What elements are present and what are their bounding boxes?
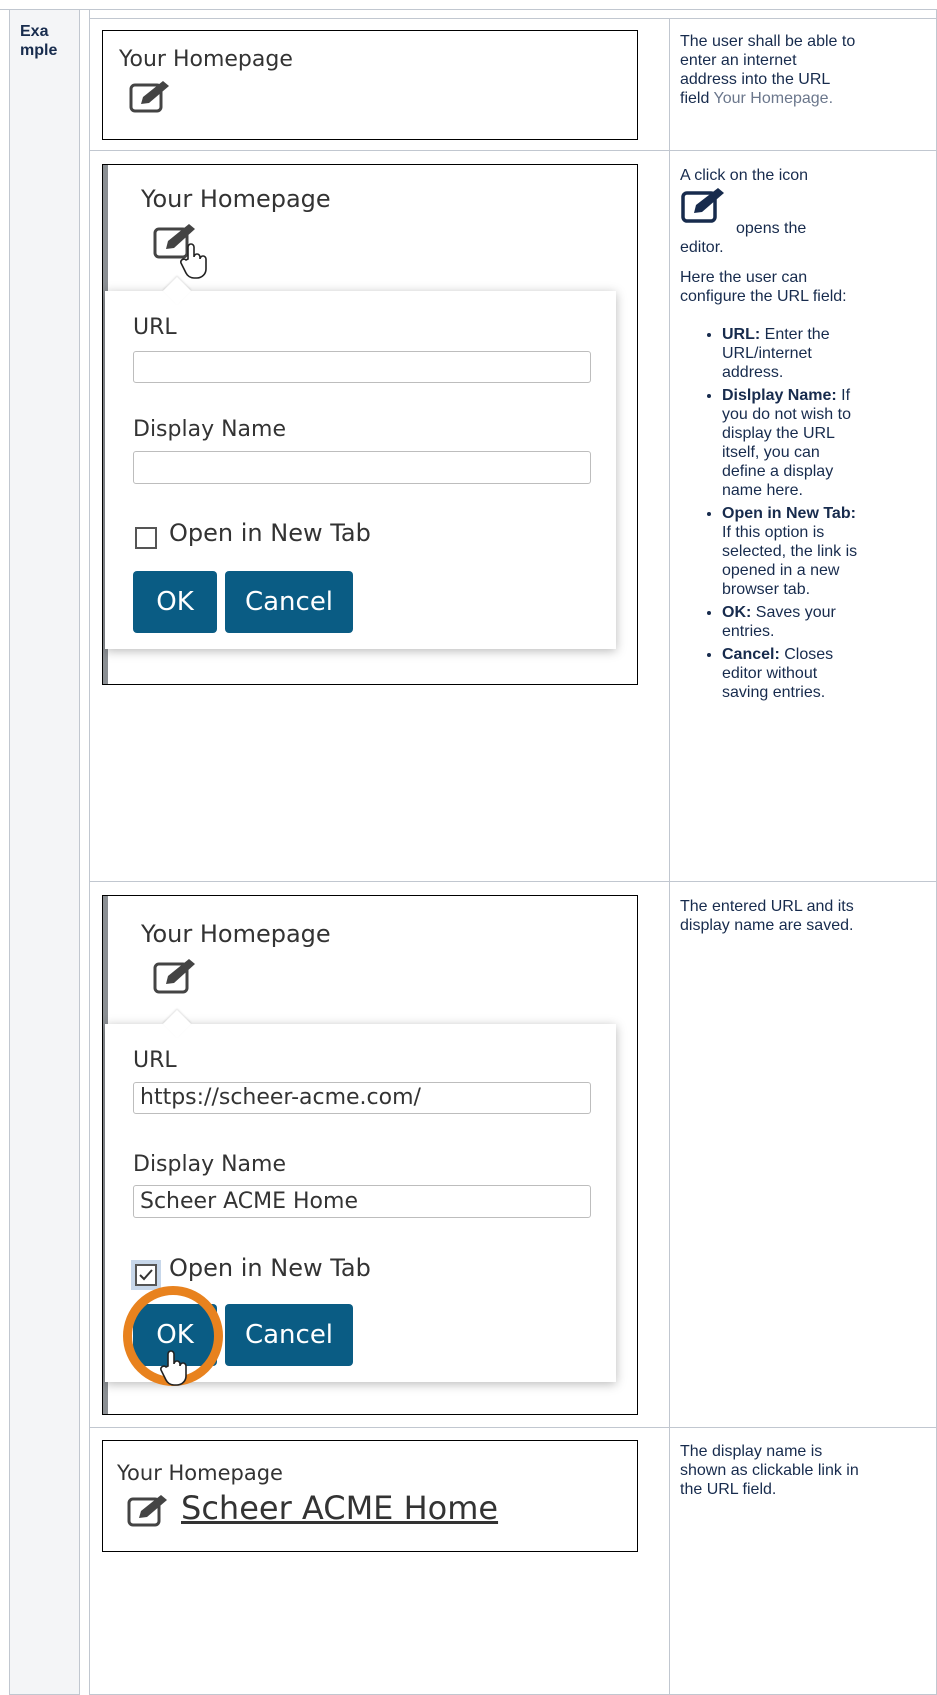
example-label: Example <box>20 23 58 59</box>
row4-description: The display name is shown as clickable l… <box>680 1443 859 1498</box>
example-header-cell: Example <box>9 9 80 1695</box>
list-item: OK: Saves your entries. <box>722 603 858 641</box>
option-list: URL: Enter the URL/internet address. Dis… <box>680 325 858 702</box>
inline-edit-icon: opens the editor. <box>680 185 858 256</box>
checkmark-icon <box>139 1269 153 1281</box>
edit-icon <box>153 956 201 1001</box>
ok-button[interactable]: OK <box>133 571 217 633</box>
display-name-input[interactable] <box>133 451 591 484</box>
row2-editor-popover: URL Display Name Open in New Tab OK Canc… <box>105 276 616 649</box>
url-input[interactable]: https://scheer-acme.com/ <box>133 1082 591 1114</box>
url-input[interactable] <box>133 351 591 383</box>
row1-screenshot: Your Homepage <box>102 30 638 140</box>
cancel-button[interactable]: Cancel <box>225 1304 353 1366</box>
open-new-tab-checkbox[interactable] <box>135 1264 157 1286</box>
url-label: URL <box>133 1048 177 1073</box>
url-label: URL <box>133 315 177 340</box>
row2-desc-b: opens the editor. <box>680 220 807 256</box>
list-item: Cancel: Closes editor without saving ent… <box>722 645 858 702</box>
list-item: Dislplay Name: If you do not wish to dis… <box>722 386 858 500</box>
list-item: Open in New Tab: If this option is selec… <box>722 504 858 599</box>
row2-desc-a: A click on the icon <box>680 167 809 184</box>
edit-icon <box>127 1493 175 1534</box>
open-new-tab-label: Open in New Tab <box>169 1254 371 1282</box>
row3-desc-cell <box>669 881 937 1428</box>
row2-field-title: Your Homepage <box>141 185 331 213</box>
row2-description: A click on the icon opens the editor. He… <box>680 166 858 706</box>
row1-field-link[interactable]: Your Homepage. <box>714 90 834 107</box>
display-name-link[interactable]: Scheer ACME Home <box>181 1489 498 1527</box>
row3-screenshot: Your Homepage URL https://scheer-acme.co… <box>102 895 638 1415</box>
cancel-button[interactable]: Cancel <box>225 571 353 633</box>
display-name-label: Display Name <box>133 417 286 442</box>
display-name-input[interactable]: Scheer ACME Home <box>133 1185 591 1218</box>
open-new-tab-checkbox[interactable] <box>135 527 157 549</box>
hand-cursor-icon <box>159 1350 191 1391</box>
row1-field-title: Your Homepage <box>119 47 293 72</box>
open-new-tab-label: Open in New Tab <box>169 519 371 547</box>
row1-description: The user shall be able to enter an inter… <box>680 33 856 107</box>
row3-description: The entered URL and its display name are… <box>680 898 854 934</box>
row4-screenshot: Your Homepage Scheer ACME Home <box>102 1440 638 1552</box>
row2-screenshot: Your Homepage URL Display Name Open in N… <box>102 164 638 685</box>
row4-field-title: Your Homepage <box>117 1461 283 1485</box>
row3-field-title: Your Homepage <box>141 920 331 948</box>
list-item: URL: Enter the URL/internet address. <box>722 325 858 382</box>
row2-desc-c: Here the user can configure the URL fiel… <box>680 269 847 305</box>
popover-arrow <box>162 1009 192 1039</box>
table-top-border <box>0 9 937 10</box>
display-name-label: Display Name <box>133 1152 286 1177</box>
edit-icon <box>129 79 173 120</box>
hand-cursor-icon <box>179 243 211 284</box>
